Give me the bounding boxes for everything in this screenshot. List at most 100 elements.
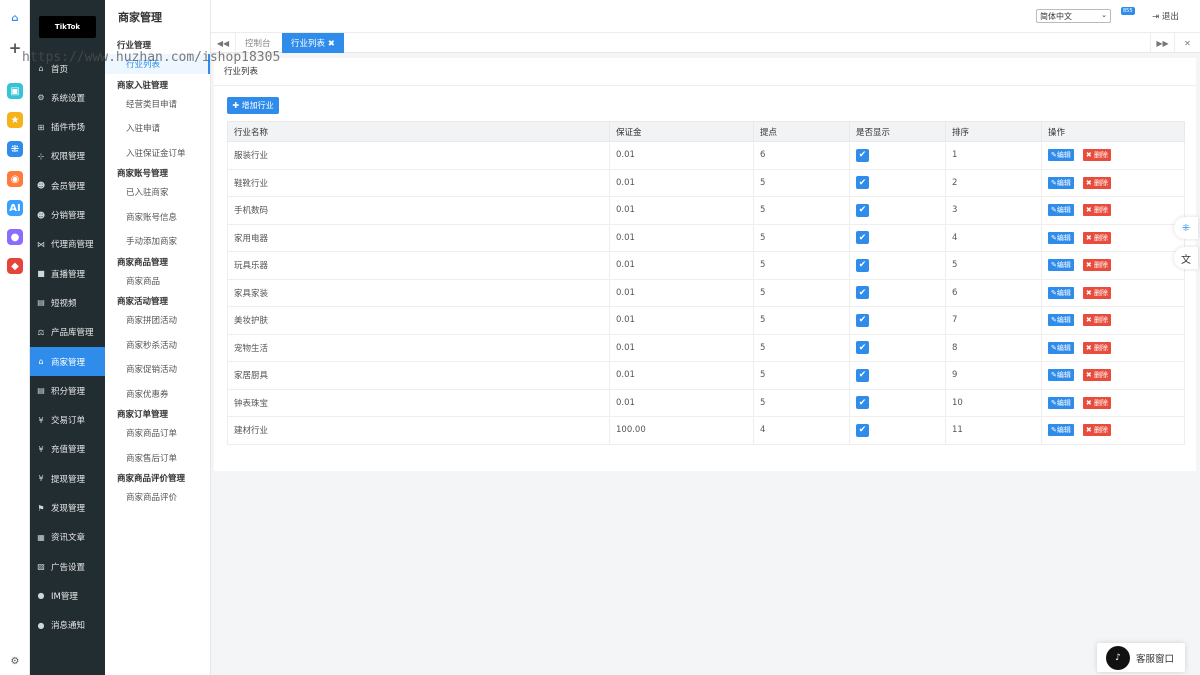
delete-button[interactable]: ✖ 删除 — [1082, 424, 1111, 437]
sidebar-item[interactable]: ¥ 提现管理 — [30, 464, 105, 493]
submenu-link[interactable]: 商家优惠券 — [105, 384, 210, 404]
delete-button[interactable]: ✖ 删除 — [1082, 149, 1111, 162]
star-icon[interactable]: ★ — [7, 112, 23, 128]
sidebar-item[interactable]: ☻ 会员管理 — [30, 171, 105, 200]
message-button[interactable]: 855 — [1121, 7, 1135, 21]
logout-button[interactable]: ⇥ 退出 — [1152, 10, 1179, 22]
network-float-button[interactable]: ⁜ — [1174, 217, 1198, 239]
visible-checkbox[interactable]: ✔ — [856, 313, 869, 327]
submenu-link[interactable]: 商家商品订单 — [105, 423, 210, 443]
delete-button[interactable]: ✖ 删除 — [1082, 341, 1111, 354]
visible-checkbox[interactable]: ✔ — [856, 286, 869, 300]
network-icon[interactable]: ⁜ — [7, 141, 23, 157]
tab-close-all-button[interactable]: ✕ — [1175, 33, 1200, 53]
visible-checkbox[interactable]: ✔ — [856, 368, 869, 382]
submenu-link[interactable]: 商家商品评价 — [105, 487, 210, 507]
sidebar-item[interactable]: ⋈ 代理商管理 — [30, 230, 105, 259]
delete-button[interactable]: ✖ 删除 — [1082, 259, 1111, 272]
delete-button[interactable]: ✖ 删除 — [1082, 176, 1111, 189]
submenu-link[interactable]: 商家拼团活动 — [105, 310, 210, 330]
delete-button[interactable]: ✖ 删除 — [1082, 286, 1111, 299]
submenu-link[interactable]: 商家秒杀活动 — [105, 335, 210, 355]
edit-button[interactable]: ✎编辑 — [1048, 369, 1074, 382]
sidebar-item[interactable]: ● 消息通知 — [30, 611, 105, 640]
sidebar-item[interactable]: ▨ 广告设置 — [30, 552, 105, 581]
delete-button[interactable]: ✖ 删除 — [1082, 231, 1111, 244]
visible-checkbox[interactable]: ✔ — [856, 203, 869, 217]
chat-bubble-icon[interactable]: ● — [7, 229, 23, 245]
tab-industry-list[interactable]: 行业列表 ✖ — [282, 33, 344, 53]
sidebar-item[interactable]: ● IM管理 — [30, 581, 105, 610]
delete-button[interactable]: ✖ 删除 — [1082, 204, 1111, 217]
table-row: 钟表珠宝 0.01 5 ✔ 10 ✎编辑 ✖ 删除 — [227, 388, 1185, 417]
sidebar-item[interactable]: ⚑ 发现管理 — [30, 494, 105, 523]
edit-button[interactable]: ✎编辑 — [1048, 396, 1074, 409]
sidebar-item[interactable]: ⊹ 权限管理 — [30, 142, 105, 171]
sidebar-item[interactable]: ☻ 分销管理 — [30, 201, 105, 230]
submenu-link[interactable]: 商家售后订单 — [105, 448, 210, 468]
add-industry-button[interactable]: ✚ 增加行业 — [227, 97, 279, 114]
cell-rate: 5 — [753, 388, 850, 417]
translate-float-button[interactable]: 文 — [1174, 247, 1198, 269]
cell-sort: 11 — [945, 416, 1042, 445]
cell-sort: 9 — [945, 361, 1042, 390]
submenu-link[interactable]: 商家账号信息 — [105, 207, 210, 227]
submenu-link[interactable]: 已入驻商家 — [105, 182, 210, 202]
submenu-link[interactable]: 经营类目申请 — [105, 94, 210, 114]
sidebar-item-label: 发现管理 — [51, 504, 86, 514]
edit-button[interactable]: ✎编辑 — [1048, 259, 1074, 272]
visible-checkbox[interactable]: ✔ — [856, 176, 869, 190]
visible-checkbox[interactable]: ✔ — [856, 341, 869, 355]
table-row: 玩具乐器 0.01 5 ✔ 5 ✎编辑 ✖ 删除 — [227, 251, 1185, 280]
plus-icon[interactable]: + — [7, 39, 23, 57]
customer-service-button[interactable]: ♪ 客服窗口 — [1097, 643, 1185, 672]
cell-rate: 5 — [753, 168, 850, 197]
delete-button[interactable]: ✖ 删除 — [1082, 369, 1111, 382]
sidebar-item[interactable]: ⌂ 商家管理 — [30, 347, 105, 376]
submenu-link[interactable]: 入驻保证金订单 — [105, 143, 210, 163]
visible-checkbox[interactable]: ✔ — [856, 423, 869, 437]
sidebar-item-label: 消息通知 — [51, 621, 86, 632]
submenu-link[interactable]: 入驻申请 — [105, 118, 210, 138]
sidebar-item[interactable]: ▤ 短视频 — [30, 288, 105, 317]
edit-button[interactable]: ✎编辑 — [1048, 176, 1074, 189]
edit-button[interactable]: ✎编辑 — [1048, 204, 1074, 217]
delete-button[interactable]: ✖ 删除 — [1082, 396, 1111, 409]
sidebar-item[interactable]: ■ 直播管理 — [30, 259, 105, 288]
language-select[interactable]: 简体中文 ⌄ — [1036, 9, 1111, 23]
edit-button[interactable]: ✎编辑 — [1048, 286, 1074, 299]
edit-button[interactable]: ✎编辑 — [1048, 231, 1074, 244]
sidebar-item[interactable]: ¥ 交易订单 — [30, 406, 105, 435]
visible-checkbox[interactable]: ✔ — [856, 396, 869, 410]
edit-button[interactable]: ✎编辑 — [1048, 149, 1074, 162]
doc-icon: ▤ — [37, 386, 45, 396]
visible-checkbox[interactable]: ✔ — [856, 258, 869, 272]
visible-checkbox[interactable]: ✔ — [856, 231, 869, 245]
app-icon[interactable]: ▣ — [7, 83, 23, 99]
gamepad-icon[interactable]: ◆ — [7, 258, 23, 274]
sidebar-item[interactable]: ⚙ 系统设置 — [30, 83, 105, 112]
visible-checkbox[interactable]: ✔ — [856, 148, 869, 162]
tab-scroll-right-button[interactable]: ▶▶ — [1150, 33, 1175, 53]
edit-button[interactable]: ✎编辑 — [1048, 341, 1074, 354]
gear-icon[interactable]: ⚙ — [7, 653, 23, 669]
ai-icon[interactable]: AI — [7, 200, 23, 216]
submenu-link[interactable]: 商家促销活动 — [105, 359, 210, 379]
delete-button[interactable]: ✖ 删除 — [1082, 314, 1111, 327]
sidebar-item[interactable]: ▦ 资讯文章 — [30, 523, 105, 552]
cell-actions: ✎编辑 ✖ 删除 — [1041, 416, 1185, 445]
sidebar-item-label: 充值管理 — [51, 445, 86, 456]
cell-deposit: 0.01 — [609, 141, 754, 170]
submenu-link[interactable]: 手动添加商家 — [105, 231, 210, 251]
edit-button[interactable]: ✎编辑 — [1048, 314, 1074, 327]
edit-button[interactable]: ✎编辑 — [1048, 424, 1074, 437]
home-icon[interactable]: ⌂ — [7, 10, 23, 26]
sidebar-item[interactable]: ⚖ 产品库管理 — [30, 318, 105, 347]
submenu-link[interactable]: 商家商品 — [105, 271, 210, 291]
sidebar-item[interactable]: ▤ 积分管理 — [30, 376, 105, 405]
ai-ring-icon[interactable]: ◉ — [7, 171, 23, 187]
table-row: 宠物生活 0.01 5 ✔ 8 ✎编辑 ✖ 删除 — [227, 333, 1185, 362]
column-header: 排序 — [945, 121, 1042, 142]
sidebar-item[interactable]: ¥ 充值管理 — [30, 435, 105, 464]
sidebar-item[interactable]: ⊞ 插件市场 — [30, 113, 105, 142]
